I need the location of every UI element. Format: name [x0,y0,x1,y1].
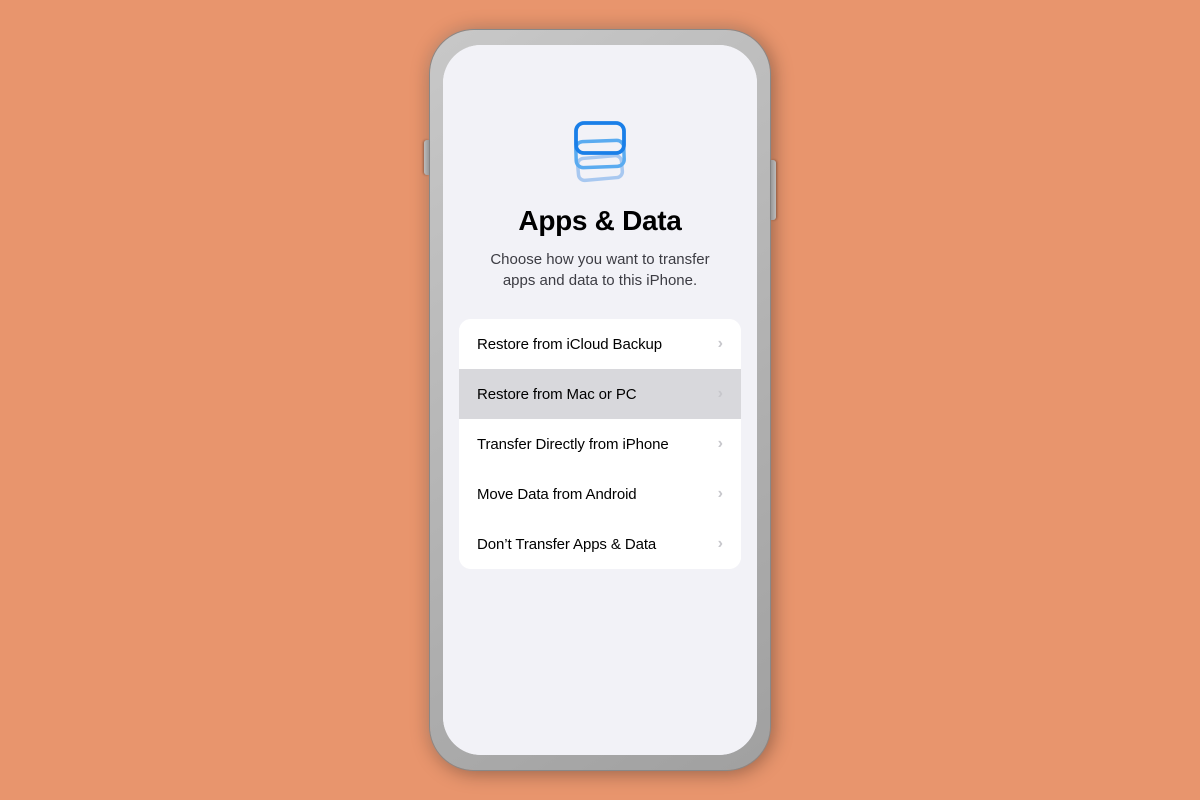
chevron-right-icon: › [718,435,723,453]
page-subtitle: Choose how you want to transfer apps and… [443,249,757,291]
phone-screen: Apps & Data Choose how you want to trans… [443,45,757,755]
menu-item-label-move-android: Move Data from Android [477,486,637,503]
chevron-right-icon: › [718,385,723,403]
menu-item-transfer-iphone[interactable]: Transfer Directly from iPhone › [459,419,741,469]
menu-item-label-no-transfer: Don’t Transfer Apps & Data [477,536,656,553]
menu-item-label-transfer-iphone: Transfer Directly from iPhone [477,436,669,453]
menu-item-restore-icloud[interactable]: Restore from iCloud Backup › [459,319,741,369]
menu-item-restore-mac-pc[interactable]: Restore from Mac or PC › [459,369,741,419]
chevron-right-icon: › [718,485,723,503]
menu-item-no-transfer[interactable]: Don’t Transfer Apps & Data › [459,519,741,569]
page-title: Apps & Data [518,205,681,237]
menu-list: Restore from iCloud Backup›Restore from … [459,319,741,569]
chevron-right-icon: › [718,535,723,553]
menu-item-label-restore-mac-pc: Restore from Mac or PC [477,386,637,403]
apps-and-data-icon [560,105,640,185]
chevron-right-icon: › [718,335,723,353]
screen-content: Apps & Data Choose how you want to trans… [443,45,757,755]
phone-wrapper: Apps & Data Choose how you want to trans… [430,30,770,770]
menu-item-label-restore-icloud: Restore from iCloud Backup [477,336,662,353]
menu-item-move-android[interactable]: Move Data from Android › [459,469,741,519]
